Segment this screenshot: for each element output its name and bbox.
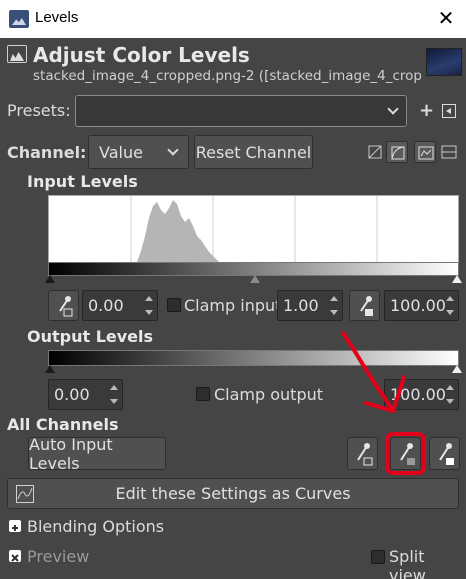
dialog-subtitle: stacked_image_4_cropped.png-2 ([stacked_… <box>33 68 421 84</box>
preview-checkbox[interactable] <box>9 550 21 562</box>
output-low-handle[interactable] <box>45 365 55 373</box>
add-preset-icon[interactable]: + <box>419 100 434 121</box>
app-icon <box>9 10 29 28</box>
levels-icon <box>7 45 27 63</box>
input-low-value: 0.00 <box>88 296 124 315</box>
presets-label: Presets: <box>7 101 71 120</box>
pick-black-point-button[interactable] <box>48 290 79 321</box>
channel-value: Value <box>99 142 143 162</box>
clamp-output-label: Clamp output <box>214 385 324 404</box>
dual-view-icon[interactable] <box>438 141 460 163</box>
channel-label: Channel: <box>7 143 87 162</box>
output-levels-label: Output Levels <box>27 327 154 346</box>
title-bar: Levels ✕ <box>0 0 466 38</box>
all-channels-label: All Channels <box>7 415 119 434</box>
presets-combo[interactable] <box>75 95 407 127</box>
input-gamma-handle[interactable] <box>250 275 260 283</box>
channel-combo[interactable]: Value <box>88 135 189 169</box>
output-high-handle[interactable] <box>452 365 462 373</box>
log-histogram-icon[interactable] <box>386 141 408 163</box>
window-title: Levels <box>35 9 79 26</box>
image-thumbnail <box>426 48 462 76</box>
edit-as-curves-label: Edit these Settings as Curves <box>115 484 351 503</box>
histogram <box>48 195 459 263</box>
clamp-input-label: Clamp input <box>184 296 282 315</box>
output-high-spinner[interactable]: 100.00 <box>384 379 459 410</box>
input-gamma-value: 1.00 <box>283 296 319 315</box>
input-levels-label: Input Levels <box>27 172 138 191</box>
input-low-spinner[interactable]: 0.00 <box>82 290 158 321</box>
histogram-view-icon[interactable] <box>414 141 436 163</box>
chevron-down-icon <box>387 103 399 115</box>
clamp-output-checkbox[interactable] <box>196 387 210 401</box>
output-low-value: 0.00 <box>54 385 90 404</box>
curves-icon <box>16 485 34 503</box>
pick-white-all-button[interactable] <box>429 437 460 470</box>
pick-gray-all-button[interactable] <box>390 437 421 470</box>
input-gamma-spinner[interactable]: 1.00 <box>277 290 343 321</box>
input-gradient-bar <box>48 262 459 276</box>
input-high-value: 100.00 <box>390 296 446 315</box>
linear-histogram-icon[interactable] <box>364 141 386 163</box>
preview-label: Preview <box>27 547 90 566</box>
reset-channel-button[interactable]: Reset Channel <box>194 135 313 169</box>
expand-plus-icon[interactable] <box>9 520 21 532</box>
clamp-input-checkbox[interactable] <box>167 298 181 312</box>
blending-options-label[interactable]: Blending Options <box>27 517 164 536</box>
input-high-spinner[interactable]: 100.00 <box>384 290 459 321</box>
input-low-handle[interactable] <box>45 275 55 283</box>
split-view-label: Split view <box>389 547 426 579</box>
dialog-title: Adjust Color Levels <box>33 43 250 67</box>
preset-menu-icon[interactable] <box>442 104 456 118</box>
auto-input-levels-button[interactable]: Auto Input Levels <box>28 435 166 473</box>
close-icon[interactable]: ✕ <box>434 6 458 30</box>
input-high-handle[interactable] <box>452 275 462 283</box>
split-view-checkbox[interactable] <box>371 550 385 564</box>
chevron-down-icon <box>167 144 179 156</box>
edit-as-curves-button[interactable]: Edit these Settings as Curves <box>7 478 459 509</box>
pick-gray-point-button[interactable] <box>349 290 380 321</box>
output-gradient-bar <box>48 350 459 366</box>
pick-black-all-button[interactable] <box>347 437 378 470</box>
output-low-spinner[interactable]: 0.00 <box>48 379 123 410</box>
output-high-value: 100.00 <box>390 385 446 404</box>
